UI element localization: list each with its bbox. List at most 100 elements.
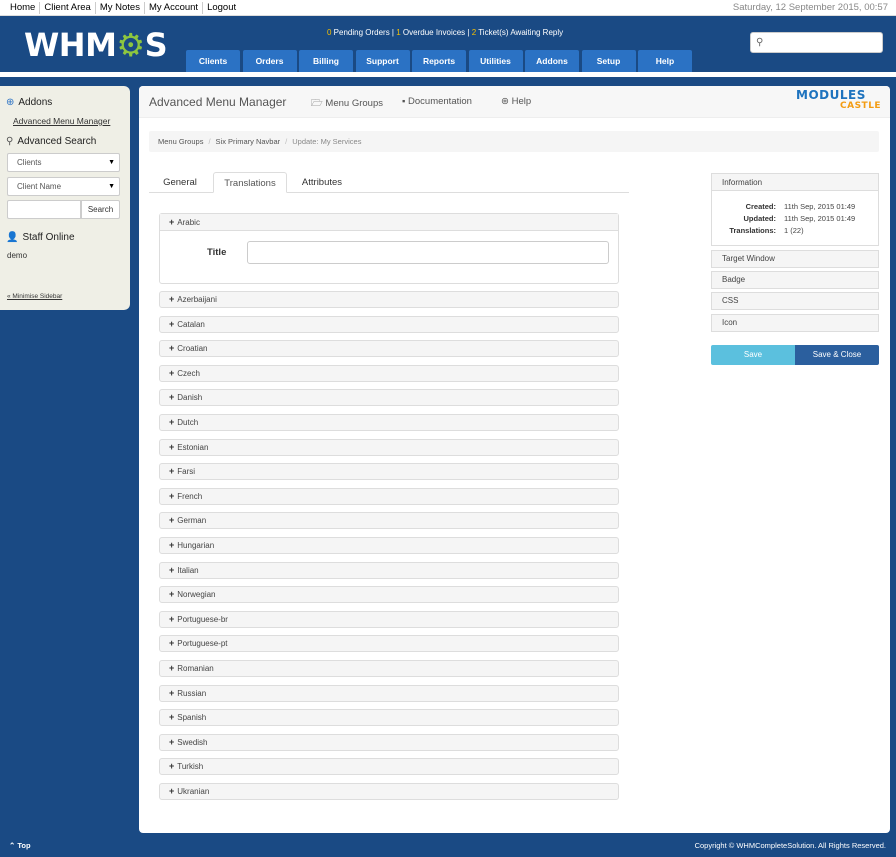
panel-icon[interactable]: Icon xyxy=(711,314,879,332)
breadcrumb-menu-groups[interactable]: Menu Groups xyxy=(158,137,203,146)
plus-icon: + xyxy=(169,589,175,600)
top-link-client-area[interactable]: Client Area xyxy=(39,2,94,14)
info-translations-label: Translations: xyxy=(729,226,776,235)
sidebar-addons-label: Addons xyxy=(18,97,53,108)
documentation-link[interactable]: ▪ Documentation xyxy=(402,96,472,107)
tab-bar: General Translations Attributes xyxy=(149,172,629,193)
plus-icon: + xyxy=(169,417,175,427)
language-header-turkish[interactable]: + Turkish xyxy=(159,758,619,776)
tickets-label[interactable]: Ticket(s) Awaiting Reply xyxy=(476,28,563,37)
language-header-portuguese-br[interactable]: + Portuguese-br xyxy=(159,610,619,628)
top-nav: Home Client Area My Notes My Account Log… xyxy=(6,2,240,14)
nav-utilities[interactable]: Utilities xyxy=(468,50,523,72)
pending-orders-label[interactable]: Pending Orders | xyxy=(331,28,396,37)
save-button[interactable]: Save xyxy=(711,345,795,365)
nav-setup[interactable]: Setup xyxy=(581,50,636,72)
global-search-input[interactable]: ⚲ xyxy=(750,32,883,53)
top-link-my-notes[interactable]: My Notes xyxy=(94,2,144,14)
tab-translations[interactable]: Translations xyxy=(213,172,287,193)
language-header-italian[interactable]: + Italian xyxy=(159,561,619,579)
nav-help[interactable]: Help xyxy=(638,50,692,72)
top-bar: Home Client Area My Notes My Account Log… xyxy=(0,0,896,16)
language-label: Swedish xyxy=(177,737,208,747)
minimise-sidebar-link[interactable]: « Minimise Sidebar xyxy=(7,293,62,300)
language-header-norwegian[interactable]: + Norwegian xyxy=(159,586,619,604)
save-and-close-button[interactable]: Save & Close xyxy=(795,345,879,365)
language-label: Azerbaijani xyxy=(177,295,217,304)
language-header-catalan[interactable]: + Catalan xyxy=(159,315,619,333)
language-header-ukranian[interactable]: + Ukranian xyxy=(159,783,619,800)
language-header-romanian[interactable]: + Romanian xyxy=(159,660,619,677)
language-label: Hungarian xyxy=(177,541,215,550)
caret-down-icon: ▼ xyxy=(108,159,115,166)
language-label: Romanian xyxy=(177,664,214,673)
sidebar-search-input[interactable] xyxy=(7,200,81,219)
language-header-estonian[interactable]: + Estonian xyxy=(159,438,619,456)
top-link-logout[interactable]: Logout xyxy=(202,2,240,14)
tab-general[interactable]: General xyxy=(153,172,207,193)
sidebar-search-heading: ⚲ Advanced Search xyxy=(6,136,96,147)
language-header-spanish[interactable]: + Spanish xyxy=(159,709,619,727)
language-header-croatian[interactable]: + Croatian xyxy=(159,340,619,358)
nav-clients[interactable]: Clients xyxy=(186,50,240,72)
header-divider xyxy=(0,72,896,77)
top-link-home[interactable]: Home xyxy=(6,2,39,14)
nav-support[interactable]: Support xyxy=(355,50,410,72)
panel-badge[interactable]: Badge xyxy=(711,271,879,289)
addons-icon: ⊕ xyxy=(6,97,15,108)
search-type-select[interactable]: Clients ▼ xyxy=(7,153,120,172)
panel-target-window[interactable]: Target Window xyxy=(711,250,879,268)
sidebar-staff-label: Staff Online xyxy=(22,232,75,243)
language-label: Ukranian xyxy=(177,787,210,796)
plus-icon: + xyxy=(169,613,175,624)
language-label: Russian xyxy=(177,688,207,698)
language-label: Portuguese-pt xyxy=(177,639,228,649)
breadcrumb-navbar[interactable]: Six Primary Navbar xyxy=(216,137,281,146)
language-header-arabic[interactable]: + Arabic xyxy=(160,214,618,231)
nav-billing[interactable]: Billing xyxy=(299,50,353,72)
language-label: Spanish xyxy=(177,713,207,723)
language-header-dutch[interactable]: + Dutch xyxy=(159,414,619,431)
language-header-farsi[interactable]: + Farsi xyxy=(159,463,619,481)
brand-bottom: CASTLE xyxy=(840,101,882,111)
plus-icon: + xyxy=(169,540,175,550)
language-header-french[interactable]: + French xyxy=(159,487,619,505)
language-header-german[interactable]: + German xyxy=(159,512,619,530)
alerts-bar: 0 Pending Orders | 1 Overdue Invoices | … xyxy=(327,28,563,37)
language-header-danish[interactable]: + Danish xyxy=(159,389,619,407)
plus-icon: + xyxy=(169,490,175,501)
nav-orders[interactable]: Orders xyxy=(242,50,297,72)
back-to-top-link[interactable]: ⌃ Top xyxy=(9,841,31,850)
tab-attributes[interactable]: Attributes xyxy=(293,172,351,193)
top-link-my-account[interactable]: My Account xyxy=(143,2,202,14)
language-header-swedish[interactable]: + Swedish xyxy=(159,733,619,751)
copyright: Copyright © WHMCompleteSolution. All Rig… xyxy=(694,841,886,850)
title-input[interactable] xyxy=(247,241,609,264)
language-header-azerbaijani[interactable]: + Azerbaijani xyxy=(159,291,619,308)
language-header-czech[interactable]: + Czech xyxy=(159,364,619,382)
search-icon: ⚲ xyxy=(756,37,764,48)
breadcrumb: Menu Groups / Six Primary Navbar / Update: M… xyxy=(149,131,879,152)
language-label: Farsi xyxy=(177,467,196,477)
sidebar-search-button[interactable]: Search xyxy=(81,200,120,219)
help-link[interactable]: ⊛ Help xyxy=(501,96,531,107)
plus-icon: + xyxy=(169,663,175,673)
menu-groups-link[interactable]: 🗁 Menu Groups xyxy=(311,96,383,112)
nav-addons[interactable]: Addons xyxy=(525,50,579,72)
plus-icon: + xyxy=(169,786,175,796)
whmcs-logo[interactable]: WHM⚙S xyxy=(24,26,168,64)
language-header-hungarian[interactable]: + Hungarian xyxy=(159,537,619,554)
plus-icon: + xyxy=(169,466,175,477)
language-label: Italian xyxy=(177,565,199,575)
search-field-select[interactable]: Client Name ▼ xyxy=(7,177,120,196)
language-header-portuguese-pt[interactable]: + Portuguese-pt xyxy=(159,635,619,653)
plus-icon: + xyxy=(169,712,175,723)
info-translations-value: 1 (22) xyxy=(784,226,804,235)
overdue-invoices-label[interactable]: Overdue Invoices | xyxy=(401,28,472,37)
language-header-russian[interactable]: + Russian xyxy=(159,684,619,702)
plus-icon: + xyxy=(169,564,175,575)
nav-reports[interactable]: Reports xyxy=(412,50,466,72)
sidebar-link-advanced-menu-manager[interactable]: Advanced Menu Manager xyxy=(13,116,110,126)
info-updated-value: 11th Sep, 2015 01:49 xyxy=(784,214,856,223)
panel-css[interactable]: CSS xyxy=(711,292,879,310)
